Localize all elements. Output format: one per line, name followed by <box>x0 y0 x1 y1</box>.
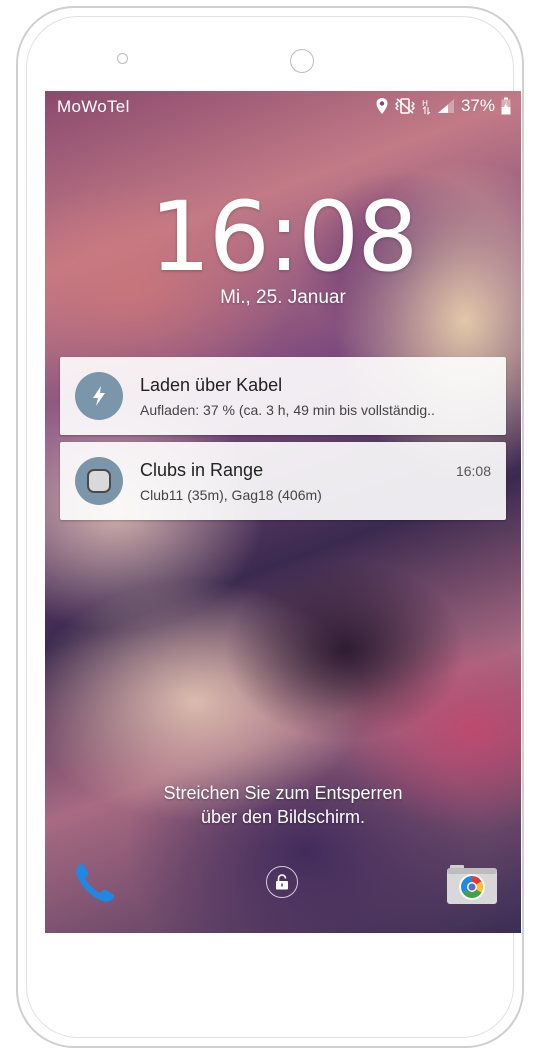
notification-clubs[interactable]: Clubs in Range Club11 (35m), Gag18 (406m… <box>60 442 506 520</box>
notification-charging[interactable]: Laden über Kabel Aufladen: 37 % (ca. 3 h… <box>60 357 506 435</box>
phone-shortcut-button[interactable] <box>71 859 119 907</box>
battery-percent: 37% <box>460 96 495 115</box>
lock-icon <box>276 874 288 890</box>
unlock-hint-line1: Streichen Sie zum Entsperren <box>163 783 403 803</box>
lightning-icon <box>93 386 105 406</box>
lockscreen-clock: 16:08 <box>149 181 419 293</box>
phone-icon <box>76 863 115 902</box>
notification-title: Clubs in Range <box>140 460 264 480</box>
camera-shortcut-button[interactable] <box>446 861 498 905</box>
unlock-hint-line2: über den Bildschirm. <box>200 807 366 827</box>
unlock-button[interactable] <box>266 866 298 898</box>
proximity-sensor <box>117 53 128 64</box>
lock-screen[interactable]: MoWoTel H 37% 16:08 Mi., 25. Januar Lade… <box>45 91 521 933</box>
unlock-hint: Streichen Sie zum Entsperren über den Bi… <box>45 781 521 829</box>
status-icons: H 37% <box>375 96 511 116</box>
camera-icon <box>447 865 497 904</box>
app-square-icon <box>87 469 111 493</box>
notification-text: Aufladen: 37 % (ca. 3 h, 49 min bis voll… <box>140 402 435 418</box>
notification-icon-badge <box>75 457 123 505</box>
carrier-name: MoWoTel <box>57 97 130 116</box>
notification-title: Laden über Kabel <box>140 375 283 395</box>
signal-icon <box>437 99 454 113</box>
lockscreen-date: Mi., 25. Januar <box>220 287 346 308</box>
notification-text: Club11 (35m), Gag18 (406m) <box>140 487 322 503</box>
location-icon <box>376 98 388 114</box>
status-bar: MoWoTel H 37% <box>45 91 521 121</box>
battery-charging-icon <box>501 97 511 115</box>
notification-time: 16:08 <box>455 463 491 479</box>
hspa-icon: H <box>422 99 431 115</box>
notification-icon-badge <box>75 372 123 420</box>
front-camera <box>290 49 314 73</box>
vibrate-icon <box>394 98 415 114</box>
